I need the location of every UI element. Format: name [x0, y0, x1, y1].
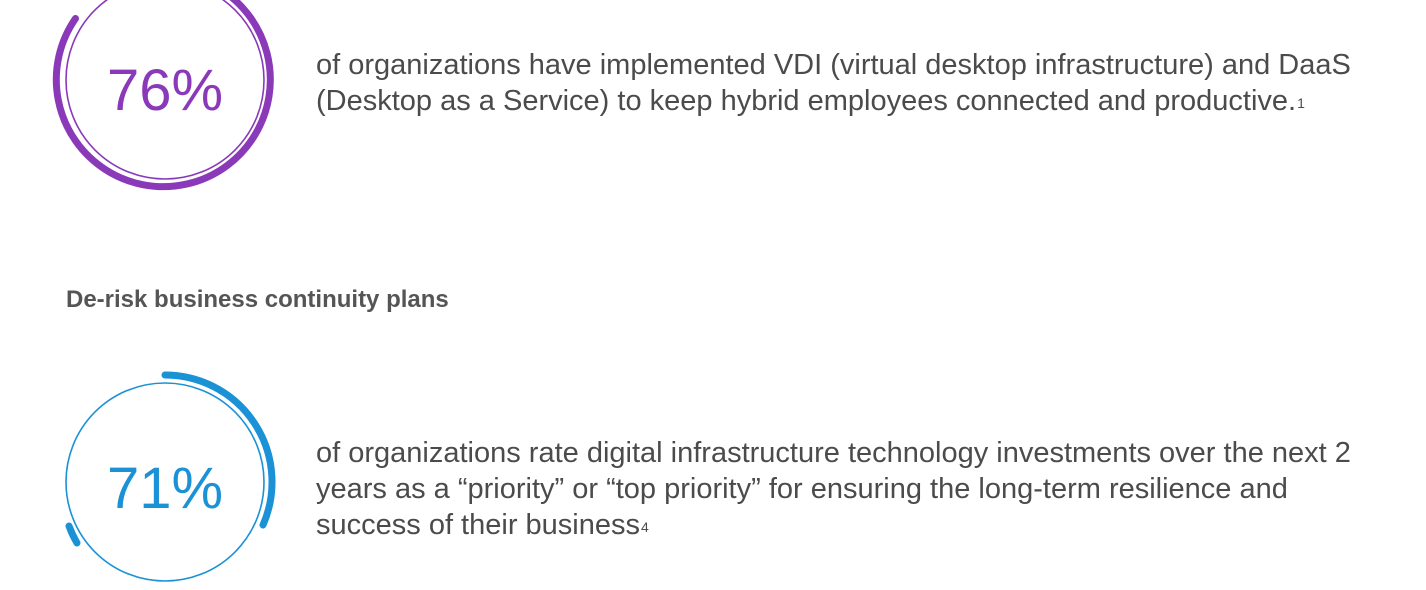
footnote-ref: 1	[1297, 95, 1305, 111]
stat-block-vdi: 76% of organizations have implemented VD…	[0, 0, 1426, 240]
stat-description-text: of organizations rate digital infrastruc…	[316, 437, 1351, 541]
stat-description: of organizations rate digital infrastruc…	[316, 435, 1376, 543]
stat-value: 76%	[106, 58, 224, 123]
stat-block-investment: 71% of organizations rate digital infras…	[0, 350, 1426, 582]
stat-value: 71%	[106, 456, 224, 521]
stat-description-text: of organizations have implemented VDI (v…	[316, 49, 1351, 117]
footnote-ref: 4	[640, 519, 649, 535]
stat-description: of organizations have implemented VDI (v…	[316, 47, 1356, 119]
section-heading: De-risk business continuity plans	[66, 286, 449, 313]
